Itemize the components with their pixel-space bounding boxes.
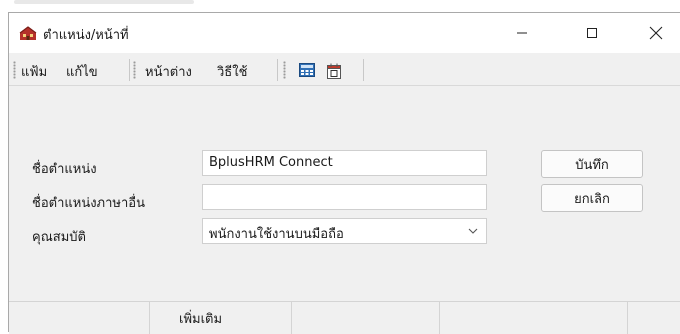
menu-file[interactable]: แฟ้ม	[21, 61, 47, 82]
qualification-dropdown[interactable]: พนักงานใช้งานบนมือถือ	[202, 218, 487, 244]
position-window: ตำแหน่ง/หน้าที่ แฟ้ม แก้ไข หน้าต่าง วิธี…	[8, 12, 680, 334]
cancel-button[interactable]: ยกเลิก	[541, 184, 643, 212]
menu-grip[interactable]	[133, 61, 136, 79]
position-name-label: ชื่อตำแหน่ง	[32, 162, 97, 177]
maximize-button[interactable]	[569, 13, 615, 53]
close-button[interactable]	[633, 13, 679, 53]
minimize-button[interactable]	[499, 13, 545, 53]
tab-divider	[291, 302, 292, 334]
position-name-other-language-label: ชื่อตำแหน่งภาษาอื่น	[32, 196, 145, 211]
position-name-input[interactable]: BplusHRM Connect	[202, 150, 487, 176]
menu-bar: แฟ้ม แก้ไข หน้าต่าง วิธีใช้	[9, 53, 680, 86]
calculator-icon[interactable]	[299, 63, 315, 77]
menu-edit[interactable]: แก้ไข	[66, 61, 98, 82]
position-name-other-language-input[interactable]	[202, 184, 487, 210]
menu-separator	[363, 59, 364, 81]
close-icon	[649, 26, 663, 40]
menu-separator	[277, 59, 278, 81]
tab-divider	[627, 302, 628, 334]
window-title: ตำแหน่ง/หน้าที่	[43, 28, 129, 43]
app-building-icon	[19, 26, 37, 40]
menu-window[interactable]: หน้าต่าง	[145, 61, 192, 82]
background-title-fragment	[14, 0, 194, 4]
tab-divider	[149, 302, 150, 334]
menu-grip[interactable]	[13, 61, 16, 79]
tab-divider	[439, 302, 440, 334]
chevron-down-icon	[468, 228, 478, 234]
maximize-icon	[587, 28, 597, 38]
toolbar-grip[interactable]	[283, 61, 286, 79]
minimize-icon	[517, 32, 527, 34]
qualification-value: พนักงานใช้งานบนมือถือ	[209, 227, 344, 242]
qualification-label: คุณสมบัติ	[32, 230, 86, 245]
background-window-strip	[0, 0, 680, 10]
title-bar: ตำแหน่ง/หน้าที่	[9, 13, 680, 53]
bottom-tab-strip: เพิ่มเติม	[9, 301, 680, 334]
save-button[interactable]: บันทึก	[541, 150, 643, 178]
calendar-icon[interactable]	[327, 63, 341, 79]
menu-help[interactable]: วิธีใช้	[217, 61, 247, 82]
menu-separator	[129, 59, 130, 81]
form-area: ชื่อตำแหน่ง BplusHRM Connect ชื่อตำแหน่ง…	[9, 86, 680, 301]
